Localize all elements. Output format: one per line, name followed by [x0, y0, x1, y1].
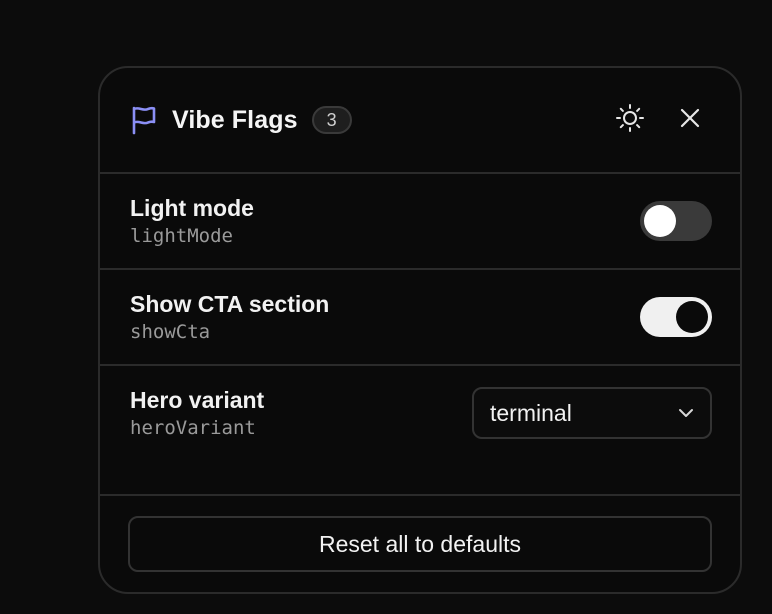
flag-count-badge: 3	[311, 106, 352, 134]
flag-label: Hero variant	[130, 387, 265, 413]
theme-toggle-button[interactable]	[610, 100, 650, 140]
flag-row-light-mode: Light mode lightMode	[100, 174, 740, 270]
panel-title: Vibe Flags	[172, 105, 298, 134]
toggle-knob	[676, 301, 708, 333]
vibe-flags-panel: Vibe Flags 3 Light mode lightMode Show C…	[98, 66, 742, 594]
show-cta-toggle[interactable]	[640, 297, 712, 337]
flag-row-hero-variant: Hero variant heroVariant terminal	[100, 366, 740, 496]
select-value: terminal	[490, 399, 572, 426]
flag-key: showCta	[130, 321, 211, 343]
header-actions	[610, 100, 710, 140]
panel-footer: Reset all to defaults	[100, 496, 740, 592]
close-icon	[679, 107, 701, 134]
close-button[interactable]	[670, 100, 710, 140]
flag-label-block: Hero variant heroVariant	[130, 386, 264, 440]
flag-label-block: Light mode lightMode	[130, 194, 254, 248]
light-mode-toggle[interactable]	[640, 201, 712, 241]
flag-row-show-cta: Show CTA section showCta	[100, 270, 740, 366]
flag-label: Light mode	[130, 195, 254, 221]
hero-variant-select[interactable]: terminal	[472, 387, 712, 439]
panel-header: Vibe Flags 3	[100, 68, 740, 174]
reset-defaults-button[interactable]: Reset all to defaults	[128, 516, 712, 572]
toggle-knob	[644, 205, 676, 237]
chevron-down-icon	[678, 408, 694, 418]
sun-icon	[615, 103, 645, 138]
flag-label-block: Show CTA section showCta	[130, 290, 329, 344]
flag-key: heroVariant	[130, 417, 256, 439]
flag-icon	[130, 105, 158, 135]
flag-key: lightMode	[130, 225, 233, 247]
flag-label: Show CTA section	[130, 291, 330, 317]
